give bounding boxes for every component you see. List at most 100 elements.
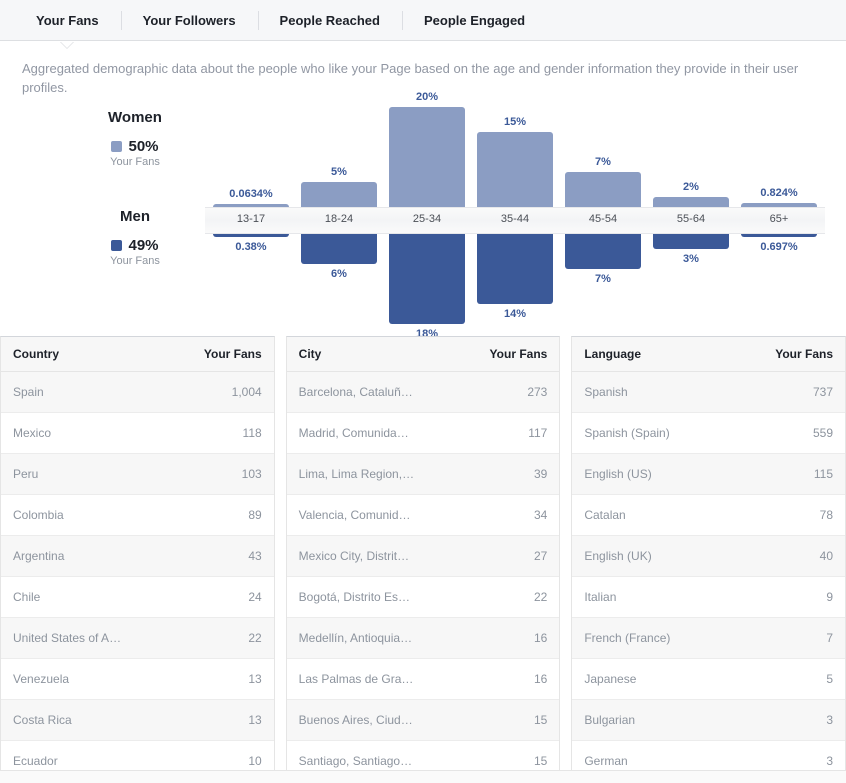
cell-value: 39 [426, 454, 559, 495]
chart-column-55-64[interactable]: 2% 3% 55-64 [647, 101, 735, 346]
bar-women-value-65+: 0.824% [735, 187, 823, 203]
table-row: Venezuela13 [1, 659, 274, 700]
table-city: CityYour FansBarcelona, Cataluña, S…273M… [286, 336, 561, 782]
cell-label: Colombia [1, 495, 141, 536]
bar-men-25-34[interactable]: 18% [389, 234, 465, 324]
column-header-label[interactable]: Language [572, 337, 712, 372]
cell-label: Mexico [1, 413, 141, 454]
cell-label: Medellín, Antioquia, Co… [287, 618, 427, 659]
column-header-value[interactable]: Your Fans [712, 337, 845, 372]
bar-men-35-44[interactable]: 14% [477, 234, 553, 304]
table-row: Barcelona, Cataluña, S…273 [287, 372, 560, 413]
bar-men-13-17[interactable]: 0.38% [213, 234, 289, 237]
cell-label: Peru [1, 454, 141, 495]
chart-column-65+[interactable]: 0.824% 0.697% 65+ [735, 101, 823, 346]
table-header-row: CityYour Fans [287, 337, 560, 372]
bar-men-55-64[interactable]: 3% [653, 234, 729, 249]
table-row: Buenos Aires, Ciudad …15 [287, 700, 560, 741]
bar-women-13-17[interactable]: 0.0634% [213, 204, 289, 207]
cell-label: Valencia, Comunidad V… [287, 495, 427, 536]
bar-women-value-55-64: 2% [647, 181, 735, 197]
table-row: English (US)115 [572, 454, 845, 495]
bar-women-18-24[interactable]: 5% [301, 182, 377, 207]
table-row: Spain1,004 [1, 372, 274, 413]
column-header-value[interactable]: Your Fans [426, 337, 559, 372]
chart-column-13-17[interactable]: 0.0634%0.38%13-17 [207, 101, 295, 346]
axis-label-35-44: 35-44 [471, 213, 559, 225]
tab-your-fans[interactable]: Your Fans [14, 0, 121, 41]
cell-label: Las Palmas de Gran C… [287, 659, 427, 700]
cell-value: 559 [712, 413, 845, 454]
chart-column-35-44[interactable]: 15% 14% 35-44 [471, 101, 559, 346]
table-country: CountryYour FansSpain1,004Mexico118Peru1… [0, 336, 275, 782]
bar-women-25-34[interactable]: 20% [389, 107, 465, 207]
chart-column-18-24[interactable]: 5%6%18-24 [295, 101, 383, 346]
bar-men-value-13-17: 0.38% [207, 237, 295, 253]
legend-men-sublabel: Your Fans [60, 255, 210, 267]
legend-men: Men 49% Your Fans [60, 208, 210, 267]
bar-men-18-24[interactable]: 6% [301, 234, 377, 264]
table-row: Colombia89 [1, 495, 274, 536]
tab-people-engaged[interactable]: People Engaged [402, 0, 547, 41]
table-header-row: LanguageYour Fans [572, 337, 845, 372]
cell-value: 1,004 [141, 372, 274, 413]
axis-label-55-64: 55-64 [647, 213, 735, 225]
table-row: Madrid, Comunidad de …117 [287, 413, 560, 454]
cell-label: Spanish (Spain) [572, 413, 712, 454]
bar-women-55-64[interactable]: 2% [653, 197, 729, 207]
chart-column-45-54[interactable]: 7%7%45-54 [559, 101, 647, 346]
cell-label: Barcelona, Cataluña, S… [287, 372, 427, 413]
legend-women-row: 50% [60, 138, 210, 155]
tab-people-reached[interactable]: People Reached [258, 0, 402, 41]
bar-women-65+[interactable]: 0.824% [741, 203, 817, 207]
cell-label: French (France) [572, 618, 712, 659]
tab-your-followers[interactable]: Your Followers [121, 0, 258, 41]
column-header-value[interactable]: Your Fans [141, 337, 274, 372]
cell-label: Venezuela [1, 659, 141, 700]
demographic-tables: CountryYour FansSpain1,004Mexico118Peru1… [0, 336, 846, 782]
table-row: Lima, Lima Region, Peru39 [287, 454, 560, 495]
table-row: English (UK)40 [572, 536, 845, 577]
table-row: Valencia, Comunidad V…34 [287, 495, 560, 536]
chart-column-25-34[interactable]: 20% 18% 25-34 [383, 101, 471, 346]
insights-demographics-panel: Your FansYour FollowersPeople ReachedPeo… [0, 0, 846, 782]
bar-women-value-25-34: 20% [383, 91, 471, 107]
column-header-label[interactable]: City [287, 337, 427, 372]
cell-value: 15 [426, 700, 559, 741]
cell-label: Bulgarian [572, 700, 712, 741]
age-gender-chart: Women 50% Your Fans Men 49% Your Fans 0.… [0, 101, 846, 346]
cell-value: 43 [141, 536, 274, 577]
cell-label: Lima, Lima Region, Peru [287, 454, 427, 495]
axis-label-65+: 65+ [735, 213, 823, 225]
table-row: Spanish (Spain)559 [572, 413, 845, 454]
legend-women: Women 50% Your Fans [60, 109, 210, 168]
table-language: LanguageYour FansSpanish737Spanish (Spai… [571, 336, 846, 782]
cell-value: 117 [426, 413, 559, 454]
table-row: Italian9 [572, 577, 845, 618]
bar-women-35-44[interactable]: 15% [477, 132, 553, 207]
legend-women-swatch-icon [111, 141, 122, 152]
cell-value: 34 [426, 495, 559, 536]
bar-men-65+[interactable]: 0.697% [741, 234, 817, 237]
tab-bar: Your FansYour FollowersPeople ReachedPeo… [0, 0, 846, 41]
cell-value: 78 [712, 495, 845, 536]
cell-label: Spanish [572, 372, 712, 413]
axis-label-25-34: 25-34 [383, 213, 471, 225]
table-row: Bogotá, Distrito Especi…22 [287, 577, 560, 618]
cell-value: 22 [141, 618, 274, 659]
table-row: Japanese5 [572, 659, 845, 700]
cell-value: 115 [712, 454, 845, 495]
cell-value: 22 [426, 577, 559, 618]
cell-value: 13 [141, 700, 274, 741]
cell-label: Mexico City, Distrito Fe… [287, 536, 427, 577]
table-row: Chile24 [1, 577, 274, 618]
cell-value: 13 [141, 659, 274, 700]
table-row: Las Palmas de Gran C…16 [287, 659, 560, 700]
panel-footer [0, 770, 846, 783]
bar-women-45-54[interactable]: 7% [565, 172, 641, 207]
legend-men-percent: 49% [128, 237, 158, 254]
cell-value: 103 [141, 454, 274, 495]
legend-women-sublabel: Your Fans [60, 156, 210, 168]
column-header-label[interactable]: Country [1, 337, 141, 372]
bar-men-45-54[interactable]: 7% [565, 234, 641, 269]
